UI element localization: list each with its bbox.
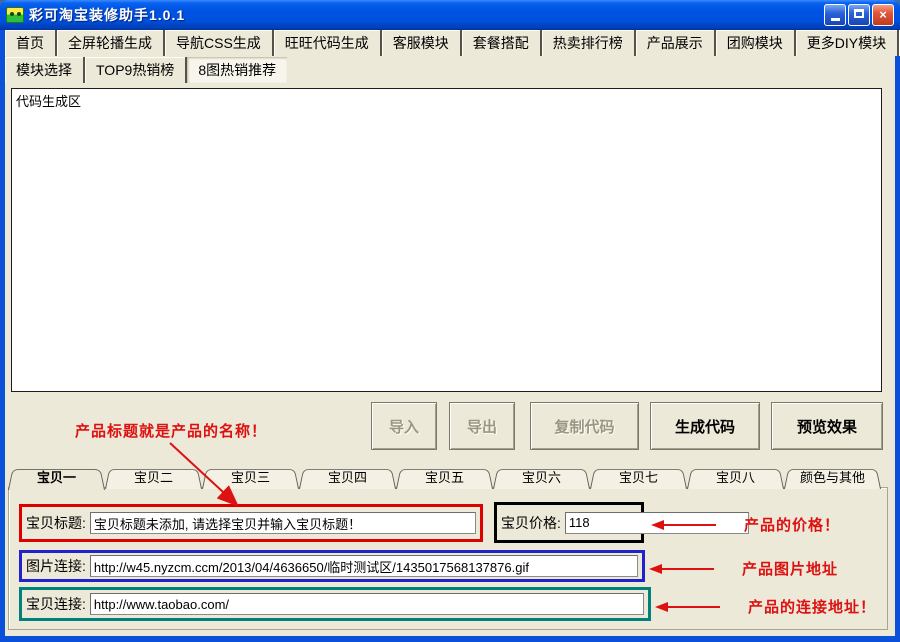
product-price-label: 宝贝价格: xyxy=(501,513,561,533)
code-output-area[interactable]: 代码生成区 xyxy=(11,88,882,392)
tab-color-other[interactable]: 颜色与其他 xyxy=(784,467,881,488)
toolbar-item-package-match[interactable]: 套餐搭配 xyxy=(462,30,542,56)
import-button[interactable]: 导入 xyxy=(371,402,437,450)
toolbar-item-top9-hot[interactable]: TOP9热销榜 xyxy=(85,57,187,83)
toolbar-item-group-buy[interactable]: 团购模块 xyxy=(716,30,796,56)
close-icon: × xyxy=(879,7,887,22)
toolbar-item-wangwang-code[interactable]: 旺旺代码生成 xyxy=(274,30,382,56)
maximize-button[interactable] xyxy=(848,4,870,26)
arrow-left-icon xyxy=(655,602,668,612)
toolbar-row-1: 首页 全屏轮播生成 导航CSS生成 旺旺代码生成 客服模块 套餐搭配 热卖排行榜… xyxy=(5,30,900,56)
copy-code-button[interactable]: 复制代码 xyxy=(530,402,639,450)
arrow-left-icon xyxy=(651,520,664,530)
product-link-label: 宝贝连接: xyxy=(26,594,86,614)
link-annotation: 产品的连接地址！ xyxy=(655,596,876,617)
product-title-group: 宝贝标题: xyxy=(19,504,483,542)
preview-button[interactable]: 预览效果 xyxy=(771,402,883,450)
title-bar: 彩可淘宝装修助手1.0.1 × xyxy=(0,0,900,30)
product-link-group: 宝贝连接: xyxy=(19,587,651,621)
maximize-icon xyxy=(854,9,864,18)
generate-code-button[interactable]: 生成代码 xyxy=(650,402,760,450)
image-annotation: 产品图片地址 xyxy=(649,558,838,579)
tab-baobei-8[interactable]: 宝贝八 xyxy=(687,467,784,488)
tab-baobei-7[interactable]: 宝贝七 xyxy=(590,467,687,488)
image-link-label: 图片连接: xyxy=(26,556,86,576)
tab-baobei-3[interactable]: 宝贝三 xyxy=(202,467,299,488)
toolbar-item-product-display[interactable]: 产品展示 xyxy=(636,30,716,56)
toolbar-item-more-diy[interactable]: 更多DIY模块 xyxy=(796,30,899,56)
minimize-button[interactable] xyxy=(824,4,846,26)
product-title-annotation: 产品标题就是产品的名称！ xyxy=(75,420,267,441)
toolbar-item-module-select[interactable]: 模块选择 xyxy=(5,57,85,83)
toolbar-row-2: 模块选择 TOP9热销榜 8图热销推荐 xyxy=(5,57,287,83)
tab-baobei-2[interactable]: 宝贝二 xyxy=(105,467,202,488)
client-area: 首页 全屏轮播生成 导航CSS生成 旺旺代码生成 客服模块 套餐搭配 热卖排行榜… xyxy=(5,30,895,636)
image-link-group: 图片连接: xyxy=(19,550,645,582)
toolbar-item-hot-ranking[interactable]: 热卖排行榜 xyxy=(542,30,636,56)
product-tab-panel: 宝贝标题: 宝贝价格: 产品的价格！ 图片连接: 产品图片地址 xyxy=(8,487,888,630)
close-button[interactable]: × xyxy=(872,4,894,26)
product-link-input[interactable] xyxy=(90,593,644,615)
product-title-label: 宝贝标题: xyxy=(26,513,86,533)
tab-baobei-1[interactable]: 宝贝一 xyxy=(8,467,105,488)
product-price-group: 宝贝价格: xyxy=(494,502,644,543)
tab-baobei-4[interactable]: 宝贝四 xyxy=(299,467,396,488)
image-link-input[interactable] xyxy=(90,555,638,577)
toolbar-item-nav-css[interactable]: 导航CSS生成 xyxy=(165,30,274,56)
app-window: 彩可淘宝装修助手1.0.1 × 首页 全屏轮播生成 导航CSS生成 旺旺代码生成… xyxy=(0,0,900,642)
toolbar-item-fullscreen-carousel[interactable]: 全屏轮播生成 xyxy=(57,30,165,56)
code-output-text: 代码生成区 xyxy=(16,94,81,109)
window-title: 彩可淘宝装修助手1.0.1 xyxy=(29,5,185,25)
product-title-input[interactable] xyxy=(90,512,476,534)
arrow-left-icon xyxy=(649,564,662,574)
tab-baobei-5[interactable]: 宝贝五 xyxy=(396,467,493,488)
tab-baobei-6[interactable]: 宝贝六 xyxy=(493,467,590,488)
toolbar-item-home[interactable]: 首页 xyxy=(5,30,57,56)
toolbar-item-customer-service[interactable]: 客服模块 xyxy=(382,30,462,56)
product-tabstrip: 宝贝一 宝贝二 宝贝三 宝贝四 宝贝五 宝贝六 宝贝七 宝贝八 颜色与其他 xyxy=(8,467,881,488)
export-button[interactable]: 导出 xyxy=(449,402,515,450)
toolbar-item-8pic-hot[interactable]: 8图热销推荐 xyxy=(187,57,287,83)
price-annotation: 产品的价格！ xyxy=(651,514,840,535)
minimize-icon xyxy=(831,18,840,21)
app-logo-icon xyxy=(6,7,24,23)
